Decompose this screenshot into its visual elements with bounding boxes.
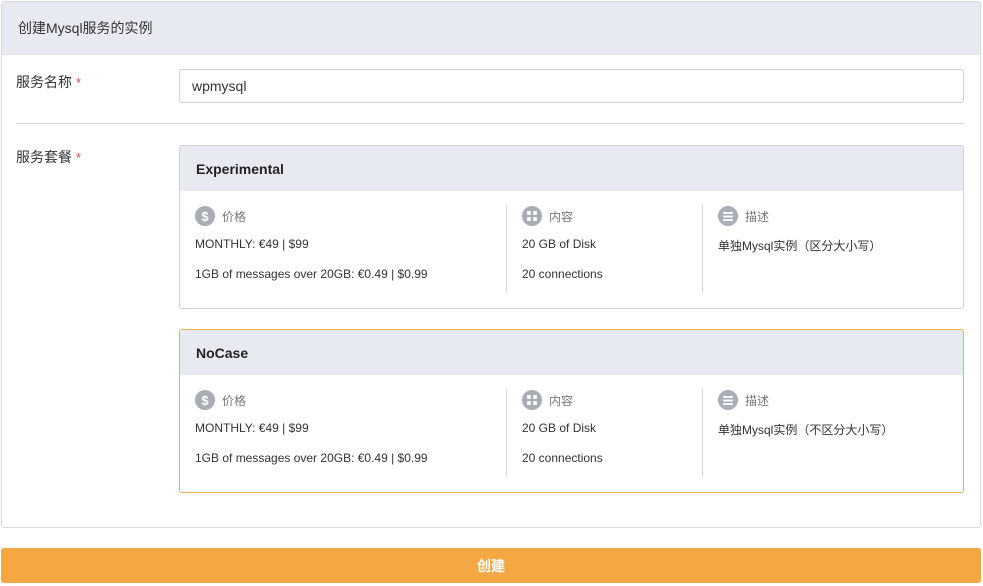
price-line: 1GB of messages over 20GB: €0.49 | $0.99 [195,451,428,465]
service-plan-label-text: 服务套餐 [16,149,72,165]
panel-title: 创建Mysql服务的实例 [2,2,980,55]
content-title: 内容 [549,209,574,224]
grid-icon [522,390,542,410]
content-title: 内容 [549,393,574,408]
desc-line: 单独Mysql实例（不区分大小写） [718,423,894,437]
create-button[interactable]: 创建 [1,548,981,583]
list-icon [718,390,738,410]
plan-desc-column: 描述 单独Mysql实例（不区分大小写） [702,389,965,477]
content-line: 20 connections [522,451,603,465]
content-line: 20 GB of Disk [522,421,597,435]
plan-content-column: 内容 20 GB of Disk 20 connections [506,205,702,293]
content-line: 20 GB of Disk [522,237,597,251]
desc-title: 描述 [745,209,770,224]
plan-content-column: 内容 20 GB of Disk 20 connections [506,389,702,477]
desc-line: 单独Mysql实例（区分大小写） [718,239,882,253]
plan-desc-column: 描述 单独Mysql实例（区分大小写） [702,205,965,293]
list-icon [718,206,738,226]
price-line: MONTHLY: €49 | $99 [195,237,309,251]
plan-price-column: $ 价格 MONTHLY: €49 | $99 1GB of messages … [180,205,506,293]
required-mark: * [76,150,82,165]
service-name-label-text: 服务名称 [16,74,72,90]
plan-name: Experimental [180,146,963,191]
service-plan-label: 服务套餐 * [16,147,81,167]
service-name-label: 服务名称 * [16,72,81,92]
dollar-icon: $ [195,390,215,410]
service-name-input[interactable] [179,69,964,103]
plan-card-nocase[interactable]: NoCase $ 价格 MONTHLY: €49 | $99 1GB of me… [179,329,964,493]
price-title: 价格 [222,393,247,408]
content-line: 20 connections [522,267,603,281]
desc-title: 描述 [745,393,770,408]
price-line: 1GB of messages over 20GB: €0.49 | $0.99 [195,267,428,281]
plan-name: NoCase [180,330,963,375]
price-line: MONTHLY: €49 | $99 [195,421,309,435]
price-title: 价格 [222,209,247,224]
grid-icon [522,206,542,226]
dollar-icon: $ [195,206,215,226]
form-divider [16,123,964,124]
required-mark: * [76,75,82,90]
plan-price-column: $ 价格 MONTHLY: €49 | $99 1GB of messages … [180,389,506,477]
plan-card-experimental[interactable]: Experimental $ 价格 MONTHLY: €49 | $99 1GB… [179,145,964,309]
